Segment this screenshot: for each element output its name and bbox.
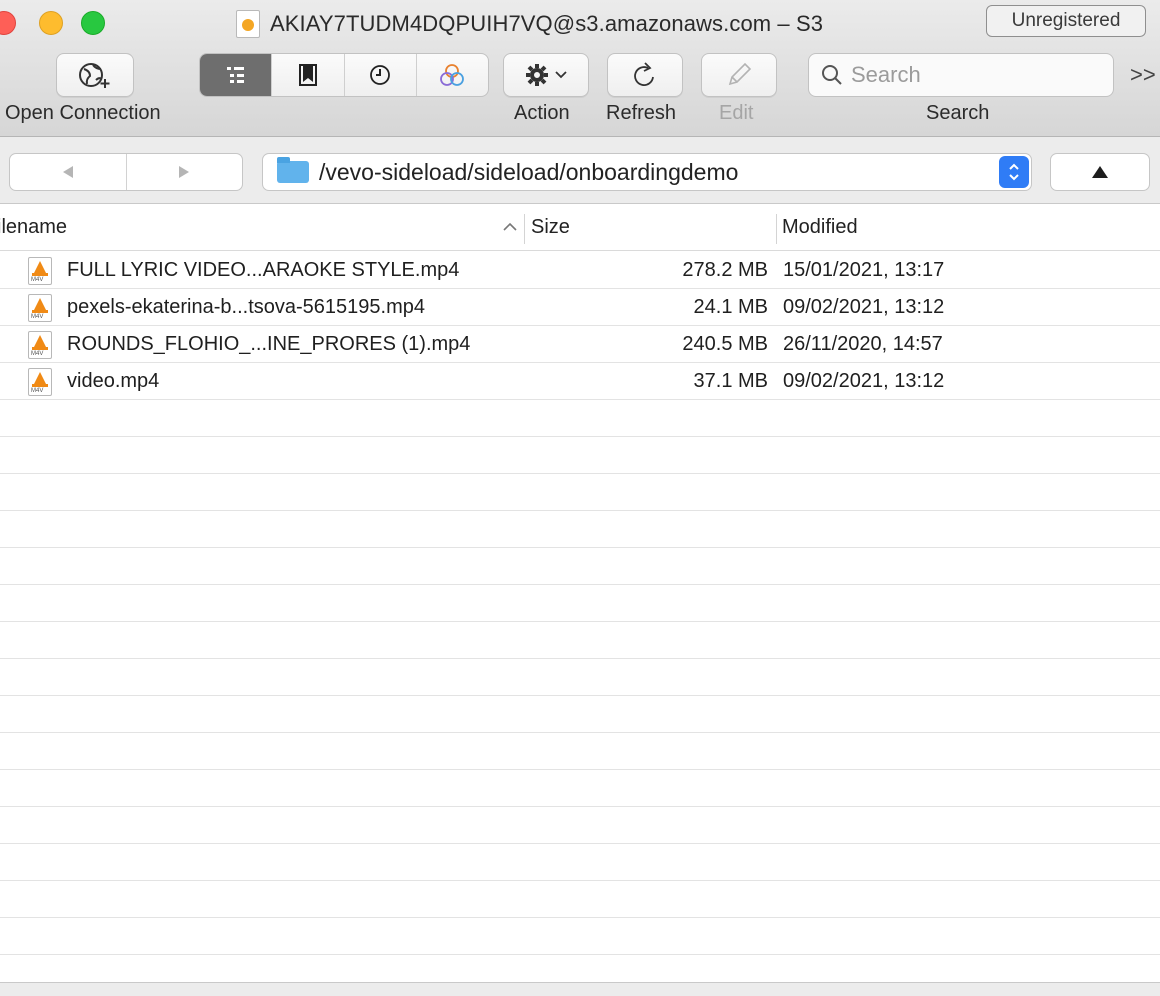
file-list: M4V FULL LYRIC VIDEO...ARAOKE STYLE.mp4 … [0,252,1160,992]
history-icon [370,65,391,85]
back-button[interactable] [10,154,126,190]
up-down-chevron-icon [1009,163,1019,181]
video-file-icon: M4V [28,294,52,322]
file-size: 278.2 MB [682,259,768,281]
search-icon [822,65,842,85]
empty-row [0,844,1160,881]
file-modified: 26/11/2020, 14:57 [783,333,943,355]
search-field[interactable] [808,53,1114,97]
bonjour-tab[interactable] [415,54,488,96]
file-type-badge: M4V [31,351,44,357]
empty-row [0,511,1160,548]
sort-ascending-icon [503,222,517,231]
pencil-icon [728,62,752,86]
file-type-badge: M4V [31,388,44,394]
gear-icon [526,64,548,86]
file-size: 37.1 MB [693,370,768,392]
folder-icon [277,157,309,183]
triangle-right-icon [179,166,190,178]
video-file-icon: M4V [28,257,52,285]
empty-row [0,400,1160,437]
minimize-window-button[interactable] [39,11,63,35]
open-connection-button[interactable] [56,53,134,97]
empty-row [0,548,1160,585]
close-window-button[interactable] [0,11,16,35]
empty-row [0,437,1160,474]
path-dropdown-toggle[interactable] [999,156,1029,188]
unregistered-button[interactable]: Unregistered [986,5,1146,37]
history-tab[interactable] [343,54,416,96]
bookmarks-tab[interactable] [271,54,343,96]
file-name: pexels-ekaterina-b...tsova-5615195.mp4 [67,296,425,318]
video-file-icon: M4V [28,368,52,396]
bonjour-icon [440,64,465,86]
window-toolbar: AKIAY7TUDM4DQPUIH7VQ@s3.amazonaws.com – … [0,0,1160,137]
empty-row [0,733,1160,770]
empty-row [0,881,1160,918]
bookmarks-icon [298,64,317,86]
search-input[interactable] [851,62,1101,88]
column-separator[interactable] [776,214,777,244]
refresh-button[interactable] [607,53,683,97]
edit-label: Edit [719,102,754,124]
document-icon [236,10,260,38]
view-mode-segmented-control[interactable] [199,53,489,97]
file-name: ROUNDS_FLOHIO_...INE_PRORES (1).mp4 [67,333,471,355]
empty-row [0,807,1160,844]
size-column-header[interactable]: Size [531,216,570,239]
status-bar [0,982,1160,996]
table-row[interactable]: M4V pexels-ekaterina-b...tsova-5615195.m… [0,289,1160,326]
file-type-badge: M4V [31,314,44,320]
toolbar-overflow-button[interactable]: >> [1130,62,1156,88]
empty-row [0,659,1160,696]
file-modified: 09/02/2021, 13:12 [783,370,945,392]
triangle-up-icon [1092,166,1108,178]
empty-row [0,770,1160,807]
window-title: AKIAY7TUDM4DQPUIH7VQ@s3.amazonaws.com – … [270,11,824,36]
outline-view-icon [226,67,244,83]
table-row[interactable]: M4V video.mp4 37.1 MB 09/02/2021, 13:12 [0,363,1160,400]
file-list-header: ilename Size Modified [0,204,1160,251]
refresh-icon [634,62,654,86]
file-modified: 15/01/2021, 13:17 [783,259,945,281]
parent-folder-button[interactable] [1050,153,1150,191]
action-button[interactable] [503,53,589,97]
empty-row [0,696,1160,733]
open-connection-label: Open Connection [5,102,161,124]
current-path: /vevo-sideload/sideload/onboardingdemo [319,158,739,185]
file-type-badge: M4V [31,277,44,283]
refresh-label: Refresh [606,102,677,124]
outline-view-tab[interactable] [200,54,272,96]
modified-column-header[interactable]: Modified [782,216,858,239]
chevron-down-icon [555,71,567,79]
file-modified: 09/02/2021, 13:12 [783,296,945,318]
empty-row [0,585,1160,622]
file-name: FULL LYRIC VIDEO...ARAOKE STYLE.mp4 [67,259,460,281]
window-title-group: AKIAY7TUDM4DQPUIH7VQ@s3.amazonaws.com – … [236,8,823,40]
file-size: 24.1 MB [693,296,768,318]
table-row[interactable]: M4V ROUNDS_FLOHIO_...INE_PRORES (1).mp4 … [0,326,1160,363]
zoom-window-button[interactable] [81,11,105,35]
search-label: Search [926,102,990,124]
path-selector[interactable]: /vevo-sideload/sideload/onboardingdemo [262,153,1032,191]
filename-column-header[interactable]: ilename [0,216,67,239]
action-label: Action [514,102,570,124]
video-file-icon: M4V [28,331,52,359]
forward-button[interactable] [125,154,243,190]
empty-row [0,474,1160,511]
file-name: video.mp4 [67,370,160,392]
table-row[interactable]: M4V FULL LYRIC VIDEO...ARAOKE STYLE.mp4 … [0,252,1160,289]
navigation-bar: /vevo-sideload/sideload/onboardingdemo [0,137,1160,204]
empty-row [0,622,1160,659]
globe-plus-icon [79,63,110,88]
back-forward-control [9,153,243,191]
edit-button[interactable] [701,53,777,97]
empty-row [0,918,1160,955]
column-separator[interactable] [524,214,525,244]
triangle-left-icon [62,166,73,178]
file-size: 240.5 MB [682,333,768,355]
